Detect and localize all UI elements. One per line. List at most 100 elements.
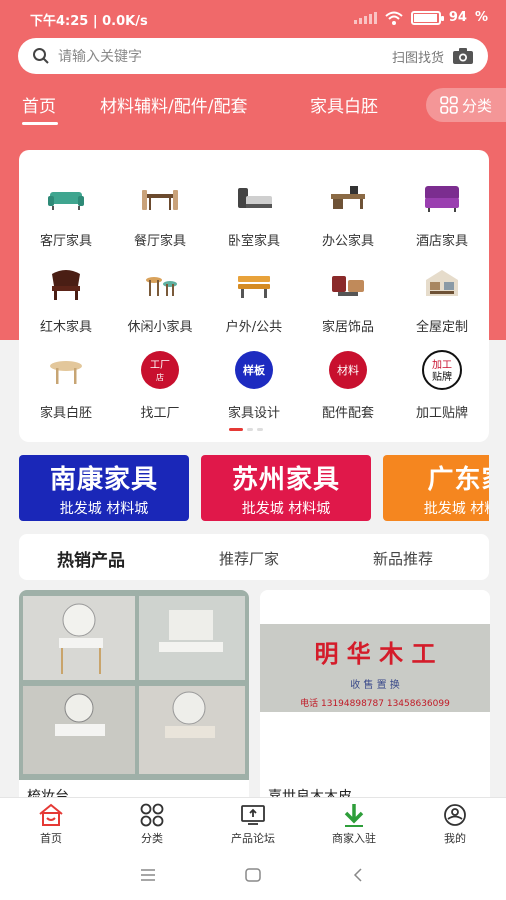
- nav-label: 首页: [40, 832, 62, 845]
- grid-icon: [140, 803, 164, 827]
- forum-icon: [241, 805, 265, 825]
- home-icon: [39, 803, 63, 826]
- category-design[interactable]: 样板 家具设计: [207, 336, 301, 422]
- battery-percent: 94: [448, 10, 467, 25]
- rosewood-chair-icon: [52, 270, 80, 300]
- category-hotel[interactable]: 酒店家具: [395, 164, 489, 250]
- banner-suzhou[interactable]: 苏州家具 批发城 材料城: [201, 455, 371, 521]
- category-unfinished[interactable]: 家具白胚: [19, 336, 113, 422]
- grid-label: 家具白胚: [39, 406, 92, 421]
- sofa-icon: [48, 192, 84, 210]
- category-bedroom[interactable]: 卧室家具: [207, 164, 301, 250]
- nav-label: 产品论坛: [231, 832, 275, 845]
- wifi-icon: [385, 11, 403, 25]
- system-navigation-bar: [0, 851, 506, 900]
- tab-new-products[interactable]: 新品推荐: [373, 548, 433, 569]
- signal-icon: [353, 11, 377, 24]
- stool-icon: [146, 277, 177, 296]
- bench-icon: [238, 276, 270, 298]
- square-icon[interactable]: [245, 868, 261, 882]
- svg-text:工厂: 工厂: [150, 360, 170, 371]
- grid-label: 家具设计: [227, 406, 280, 421]
- category-office[interactable]: 办公家具: [301, 164, 395, 250]
- category-find-factory[interactable]: 工厂店 找工厂: [113, 336, 207, 422]
- svg-text:明 华 木 工: 明 华 木 工: [314, 640, 435, 668]
- nav-home[interactable]: 首页: [6, 802, 96, 846]
- grid-label: 加工贴牌: [415, 406, 468, 421]
- battery-icon: [410, 10, 444, 25]
- nav-label: 分类: [141, 832, 163, 845]
- material-badge-icon: 材料: [329, 351, 367, 389]
- svg-text:加工: 加工: [432, 359, 452, 371]
- scan-search-label[interactable]: 扫图找货: [392, 47, 444, 66]
- download-arrow-icon: [344, 804, 364, 827]
- oem-badge-icon: 加工贴牌: [422, 350, 462, 390]
- grid-label: 配件配套: [321, 406, 374, 421]
- category-oem[interactable]: 加工 贴牌 加工贴牌: [395, 336, 489, 422]
- grid-label: 卧室家具: [227, 234, 280, 249]
- product-image: 明 华 木 工 收 售 置 换 电话 13194898787 134586360…: [260, 590, 490, 780]
- grid-label: 户外/公共: [225, 320, 283, 335]
- grid-label: 休闲小家具: [127, 320, 193, 335]
- banner-guangdong[interactable]: 广东家 批发城 材料城: [383, 455, 489, 521]
- hotel-sofa-icon: [425, 186, 459, 212]
- round-table-icon: [50, 361, 82, 384]
- category-decor[interactable]: 家居饰品: [301, 250, 395, 336]
- bottom-navigation: 首页 分类 产品论坛 商家入驻 我的: [0, 797, 506, 851]
- category-grid: 客厅家具 餐厅家具 卧室家具 办公家具 酒店家具 红木家具 休闲小家具 户外/公…: [19, 150, 489, 442]
- category-whole-house[interactable]: 全屋定制: [395, 250, 489, 336]
- svg-text:材料: 材料: [337, 363, 359, 377]
- nav-category[interactable]: 分类: [107, 802, 197, 846]
- svg-text:收 售 置 换: 收 售 置 换: [350, 678, 400, 691]
- sample-badge-icon: 样板: [235, 351, 273, 389]
- category-leisure[interactable]: 休闲小家具: [113, 250, 207, 336]
- grid-label: 酒店家具: [415, 234, 468, 249]
- category-outdoor[interactable]: 户外/公共: [207, 250, 301, 336]
- decor-icon: [332, 276, 364, 296]
- grid-label: 红木家具: [39, 320, 92, 335]
- product-card-dresser[interactable]: 梳妆台: [19, 590, 249, 810]
- svg-text:电话 13194898787 13458636099: 电话 13194898787 13458636099: [300, 697, 450, 709]
- tab-recommended-factories[interactable]: 推荐厂家: [219, 548, 279, 569]
- tab-home[interactable]: 首页: [22, 92, 56, 117]
- nav-profile[interactable]: 我的: [410, 802, 500, 846]
- nav-label: 商家入驻: [332, 832, 376, 845]
- category-accessories[interactable]: 材料 配件配套: [301, 336, 395, 422]
- active-tab-indicator: [22, 122, 58, 125]
- category-button-label: 分类: [461, 96, 492, 115]
- nav-label: 我的: [444, 832, 466, 845]
- back-icon[interactable]: [352, 867, 364, 883]
- office-desk-icon: [331, 186, 365, 209]
- bed-icon: [238, 188, 272, 208]
- banner-nankang[interactable]: 南康家具 批发城 材料城: [19, 455, 189, 521]
- status-time: 下午4:25 | 0.0K/s: [30, 14, 148, 29]
- category-rosewood[interactable]: 红木家具: [19, 250, 113, 336]
- search-input[interactable]: 请输入关键字: [58, 46, 392, 66]
- camera-icon[interactable]: [452, 47, 474, 65]
- tab-materials[interactable]: 材料辅料/配件/配套: [100, 92, 247, 117]
- product-tabs: 热销产品 推荐厂家 新品推荐: [19, 534, 489, 580]
- tab-hot-products[interactable]: 热销产品: [57, 546, 125, 571]
- category-button[interactable]: 分类: [426, 88, 506, 122]
- nav-merchant-join[interactable]: 商家入驻: [309, 802, 399, 846]
- menu-icon[interactable]: [140, 868, 156, 882]
- nav-forum[interactable]: 产品论坛: [208, 802, 298, 846]
- tab-unfinished-furniture[interactable]: 家具白胚: [310, 92, 378, 117]
- search-bar[interactable]: 请输入关键字 扫图找货: [18, 38, 488, 74]
- top-tabs: 首页 材料辅料/配件/配套 家具白胚 分类: [0, 88, 506, 132]
- grid-label: 办公家具: [321, 234, 374, 249]
- city-banners: 南康家具 批发城 材料城 苏州家具 批发城 材料城 广东家 批发城 材料城: [19, 455, 489, 521]
- page-indicator: [229, 428, 263, 431]
- grid-label: 全屋定制: [415, 320, 468, 335]
- house-layout-icon: [426, 270, 458, 296]
- category-living-room[interactable]: 客厅家具: [19, 164, 113, 250]
- grid-label: 餐厅家具: [133, 234, 186, 249]
- category-dining[interactable]: 餐厅家具: [113, 164, 207, 250]
- svg-text:样板: 样板: [243, 363, 266, 377]
- product-image: [19, 590, 249, 780]
- dining-table-icon: [142, 190, 178, 210]
- product-card-wood-veneer[interactable]: 明 华 木 工 收 售 置 换 电话 13194898787 134586360…: [260, 590, 490, 810]
- svg-text:店: 店: [156, 372, 164, 382]
- grid-label: 家居饰品: [321, 320, 374, 335]
- grid-label: 客厅家具: [39, 234, 92, 249]
